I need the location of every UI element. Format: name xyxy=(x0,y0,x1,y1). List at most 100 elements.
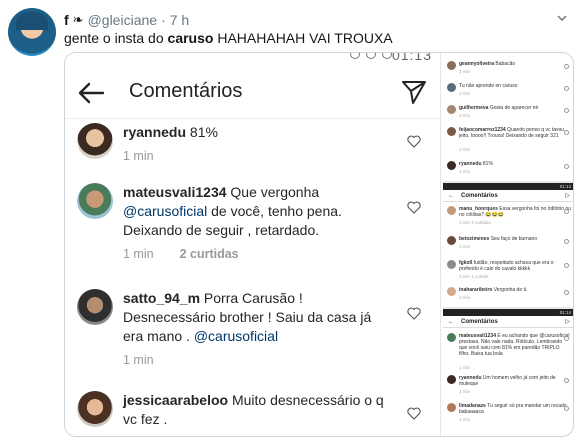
mini-comment-text: limadanaze Tu seguir só pra mandar um re… xyxy=(459,403,571,415)
comment-content: Que vergonha xyxy=(226,184,320,200)
mini-comment-text: feijaocomarroz1234 Quando penso q vc tav… xyxy=(459,127,571,139)
comment-text: mateusvali1234 Que vergonha @carusoficia… xyxy=(123,183,395,240)
mini-meta: 1 min xyxy=(459,365,471,370)
author-name[interactable]: f xyxy=(64,12,69,28)
status-bar: 01:13 xyxy=(65,53,440,67)
heart-icon xyxy=(564,164,569,169)
chevron-down-icon[interactable] xyxy=(556,12,568,24)
instagram-screenshot-main[interactable]: 01:13 Comentários ryannedu 81% 1 min mat… xyxy=(65,53,441,436)
like-heart-icon[interactable] xyxy=(407,201,421,214)
mini-avatar xyxy=(447,403,456,412)
mini-username: ryannedu xyxy=(459,161,482,167)
comment-item: jessicaarabeloo Muito desnecessário o q … xyxy=(77,391,427,436)
mini-comment-text: geannyoliveira Babacão xyxy=(459,61,571,67)
comment-meta: 1 min 2 curtidas xyxy=(123,247,239,261)
tweet-header: f ❧ @gleiciane · 7 h xyxy=(64,12,189,28)
mini-meta: 1 min xyxy=(459,417,471,422)
mini-meta: 2 min xyxy=(459,113,471,118)
mini-header: ← Comentários ▷ xyxy=(443,316,573,328)
mention-link[interactable]: @carusoficial xyxy=(123,203,207,219)
mini-username: inahararibeiro xyxy=(459,287,493,293)
status-clock: 01:13 xyxy=(391,52,432,63)
mini-comment-text: fgkoll fuidão, respeitado achava que era… xyxy=(459,260,571,272)
back-arrow-icon: ← xyxy=(448,319,454,325)
comment-item: ryannedu 81% 1 min xyxy=(77,123,427,171)
mini-clock: 01:13 xyxy=(559,184,571,189)
tweet-text-part: HAHAHAHAH VAI TROUXA xyxy=(213,30,393,46)
instagram-screenshots-side[interactable]: geannyoliveira Babacão 2 min Tu não apre… xyxy=(443,53,573,436)
back-arrow-icon: ← xyxy=(448,193,454,199)
mini-clock: 01:14 xyxy=(559,310,571,315)
like-heart-icon[interactable] xyxy=(407,407,421,420)
direct-send-icon: ▷ xyxy=(565,193,570,199)
mini-status-bar: 01:14 xyxy=(443,309,573,316)
mini-avatar xyxy=(447,83,456,92)
heart-icon xyxy=(564,406,569,411)
mini-avatar xyxy=(447,105,456,114)
tweet-time[interactable]: 7 h xyxy=(170,12,189,28)
mini-meta: 2 min xyxy=(459,69,471,74)
comment-username[interactable]: mateusvali1234 xyxy=(123,184,227,200)
mention-link[interactable]: @carusoficial xyxy=(194,328,278,344)
mini-comment-text: manu_honrques Essa vergonha foi no óditó… xyxy=(459,206,571,218)
mini-avatar xyxy=(447,260,456,269)
author-handle[interactable]: @gleiciane xyxy=(88,12,157,28)
like-heart-icon[interactable] xyxy=(407,135,421,148)
dot-separator: · xyxy=(161,12,166,28)
comment-item: mateusvali1234 Que vergonha @carusoficia… xyxy=(77,183,427,263)
commenter-avatar[interactable] xyxy=(77,123,113,159)
mini-username: guilhermeva xyxy=(459,105,489,111)
heart-icon xyxy=(564,130,569,135)
heart-icon xyxy=(564,290,569,295)
mini-content: Gosta de aparecer né xyxy=(489,105,539,111)
mini-comment-text: betozimenes Seu faço de burnano xyxy=(459,236,571,242)
back-arrow-icon[interactable] xyxy=(77,81,105,105)
mini-avatar xyxy=(447,127,456,136)
comment-item: satto_94_m Porra Carusão ! Desnecessário… xyxy=(77,289,427,369)
comment-meta: 1 min xyxy=(123,353,154,367)
mini-username: betozimenes xyxy=(459,236,490,242)
status-icons xyxy=(350,53,392,59)
mini-comment-text: mateusvali1234 E eu achando que @carusof… xyxy=(459,333,571,357)
comment-username[interactable]: ryannedu xyxy=(123,124,186,140)
heart-icon xyxy=(564,64,569,69)
mini-avatar xyxy=(447,375,456,384)
mini-meta: 2 min xyxy=(459,147,471,152)
mini-meta: 2 min xyxy=(459,91,471,96)
tweet-text: gente o insta do caruso HAHAHAHAH VAI TR… xyxy=(64,30,393,46)
comment-text: satto_94_m Porra Carusão ! Desnecessário… xyxy=(123,289,395,346)
commenter-avatar[interactable] xyxy=(77,183,113,219)
mini-title: Comentários xyxy=(461,193,498,199)
direct-send-icon[interactable] xyxy=(401,79,427,105)
author-avatar[interactable] xyxy=(8,8,56,56)
mini-avatar xyxy=(447,287,456,296)
mini-comment-text: ryannedu 81% xyxy=(459,161,571,167)
mini-comment-text: guilhermeva Gosta de aparecer né xyxy=(459,105,571,111)
tweet-media[interactable]: 01:13 Comentários ryannedu 81% 1 min mat… xyxy=(64,52,574,437)
comment-username[interactable]: satto_94_m xyxy=(123,290,200,306)
mini-content: fuidão, respeitado achava que era o pref… xyxy=(459,260,554,272)
mini-meta: 2 min 2 curtidas xyxy=(459,220,491,225)
mini-comment-text: Tu não aprende en caruso xyxy=(459,83,571,89)
comment-text: jessicaarabeloo Muito desnecessário o q … xyxy=(123,391,395,429)
mini-title: Comentários xyxy=(461,319,498,325)
mini-content: Tu não aprende en caruso xyxy=(459,83,518,89)
like-heart-icon[interactable] xyxy=(407,307,421,320)
mini-content: Seu faço de burnano xyxy=(490,236,538,242)
mini-avatar xyxy=(447,161,456,170)
tweet-text-part: gente o insta do xyxy=(64,30,168,46)
comment-username[interactable]: jessicaarabeloo xyxy=(123,392,228,408)
likes-count[interactable]: 2 curtidas xyxy=(180,247,239,261)
heart-icon xyxy=(564,378,569,383)
commenter-avatar[interactable] xyxy=(77,289,113,325)
comment-time: 1 min xyxy=(123,247,154,261)
mini-status-bar: 01:13 xyxy=(443,183,573,190)
mini-content: Babacão xyxy=(495,61,516,67)
mini-comment-text: ryannedu Um homem velho já com jeito de … xyxy=(459,375,571,387)
comment-content: 81% xyxy=(186,124,218,140)
commenter-avatar[interactable] xyxy=(77,391,113,427)
mini-avatar xyxy=(447,206,456,215)
comment-text: ryannedu 81% xyxy=(123,123,395,142)
mini-username: geannyoliveira xyxy=(459,61,495,67)
mini-header: ← Comentários ▷ xyxy=(443,190,573,202)
